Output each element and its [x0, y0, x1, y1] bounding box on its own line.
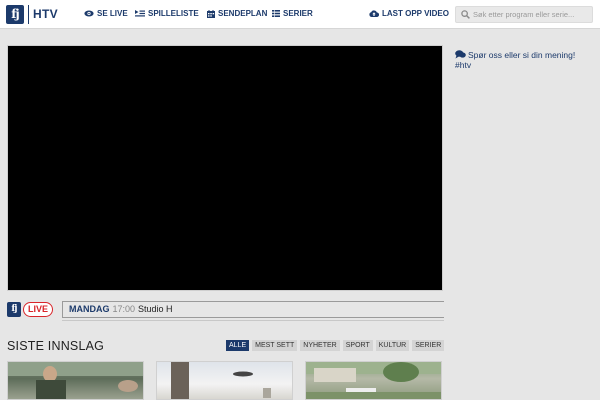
eye-icon — [84, 10, 94, 17]
playlist-icon — [135, 10, 145, 17]
htv-logo-icon[interactable]: fj — [6, 5, 24, 24]
filter-serier[interactable]: SERIER — [412, 340, 445, 351]
filter-nyheter[interactable]: NYHETER — [300, 340, 340, 351]
live-divider-bottom — [62, 317, 444, 318]
feedback-text: Spør oss eller si din mening! — [468, 50, 576, 60]
video-thumbnail[interactable] — [305, 361, 442, 400]
filter-tabs: ALLE MEST SETT NYHETER SPORT KULTUR SERI… — [226, 340, 445, 351]
search-box[interactable] — [455, 6, 593, 23]
cloud-upload-icon — [369, 10, 379, 17]
live-show: Studio H — [138, 304, 173, 314]
live-divider-left — [62, 301, 63, 318]
feedback-link[interactable]: Spør oss eller si din mening! #htv — [455, 50, 595, 70]
live-badge[interactable]: LIVE — [23, 302, 54, 317]
video-thumbnail[interactable] — [156, 361, 293, 400]
thumbnail-image — [306, 362, 441, 399]
thumbnail-image — [171, 362, 271, 399]
live-schedule[interactable]: MANDAG 17:00 Studio H — [69, 304, 173, 314]
nav-label: SPILLELISTE — [148, 9, 199, 18]
nav-label: LAST OPP VIDEO — [382, 9, 449, 18]
video-player[interactable] — [7, 45, 443, 291]
nav-label: SENDEPLAN — [218, 9, 268, 18]
nav-serier[interactable]: SERIER — [272, 9, 313, 18]
filter-alle[interactable]: ALLE — [226, 340, 250, 351]
list-icon — [272, 10, 280, 17]
top-nav-bar: fj HTV SE LIVE SPILLELISTE SENDEPLAN SER… — [0, 0, 600, 29]
section-title: SISTE INNSLAG — [7, 339, 105, 353]
chat-bubble-icon — [455, 50, 466, 59]
nav-label: SE LIVE — [97, 9, 128, 18]
search-icon — [461, 10, 470, 19]
nav-last-opp-video[interactable]: LAST OPP VIDEO — [369, 9, 449, 18]
live-time: 17:00 — [112, 304, 136, 314]
nav-sendeplan[interactable]: SENDEPLAN — [207, 9, 267, 18]
live-logo-icon: fj — [7, 302, 21, 317]
nav-se-live[interactable]: SE LIVE — [84, 9, 128, 18]
video-thumbnail[interactable] — [7, 361, 144, 400]
filter-sport[interactable]: SPORT — [342, 340, 373, 351]
live-separator — [62, 320, 444, 321]
live-day: MANDAG — [69, 304, 110, 314]
calendar-icon — [207, 9, 215, 18]
live-divider-top — [62, 301, 444, 302]
thumbnail-image — [8, 362, 143, 399]
logo-text[interactable]: HTV — [33, 7, 58, 21]
filter-mest-sett[interactable]: MEST SETT — [252, 340, 298, 351]
nav-spilleliste[interactable]: SPILLELISTE — [135, 9, 199, 18]
feedback-hashtag: #htv — [455, 60, 472, 70]
filter-kultur[interactable]: KULTUR — [375, 340, 410, 351]
logo-divider — [28, 5, 29, 24]
search-input[interactable] — [473, 7, 591, 22]
nav-label: SERIER — [283, 9, 313, 18]
